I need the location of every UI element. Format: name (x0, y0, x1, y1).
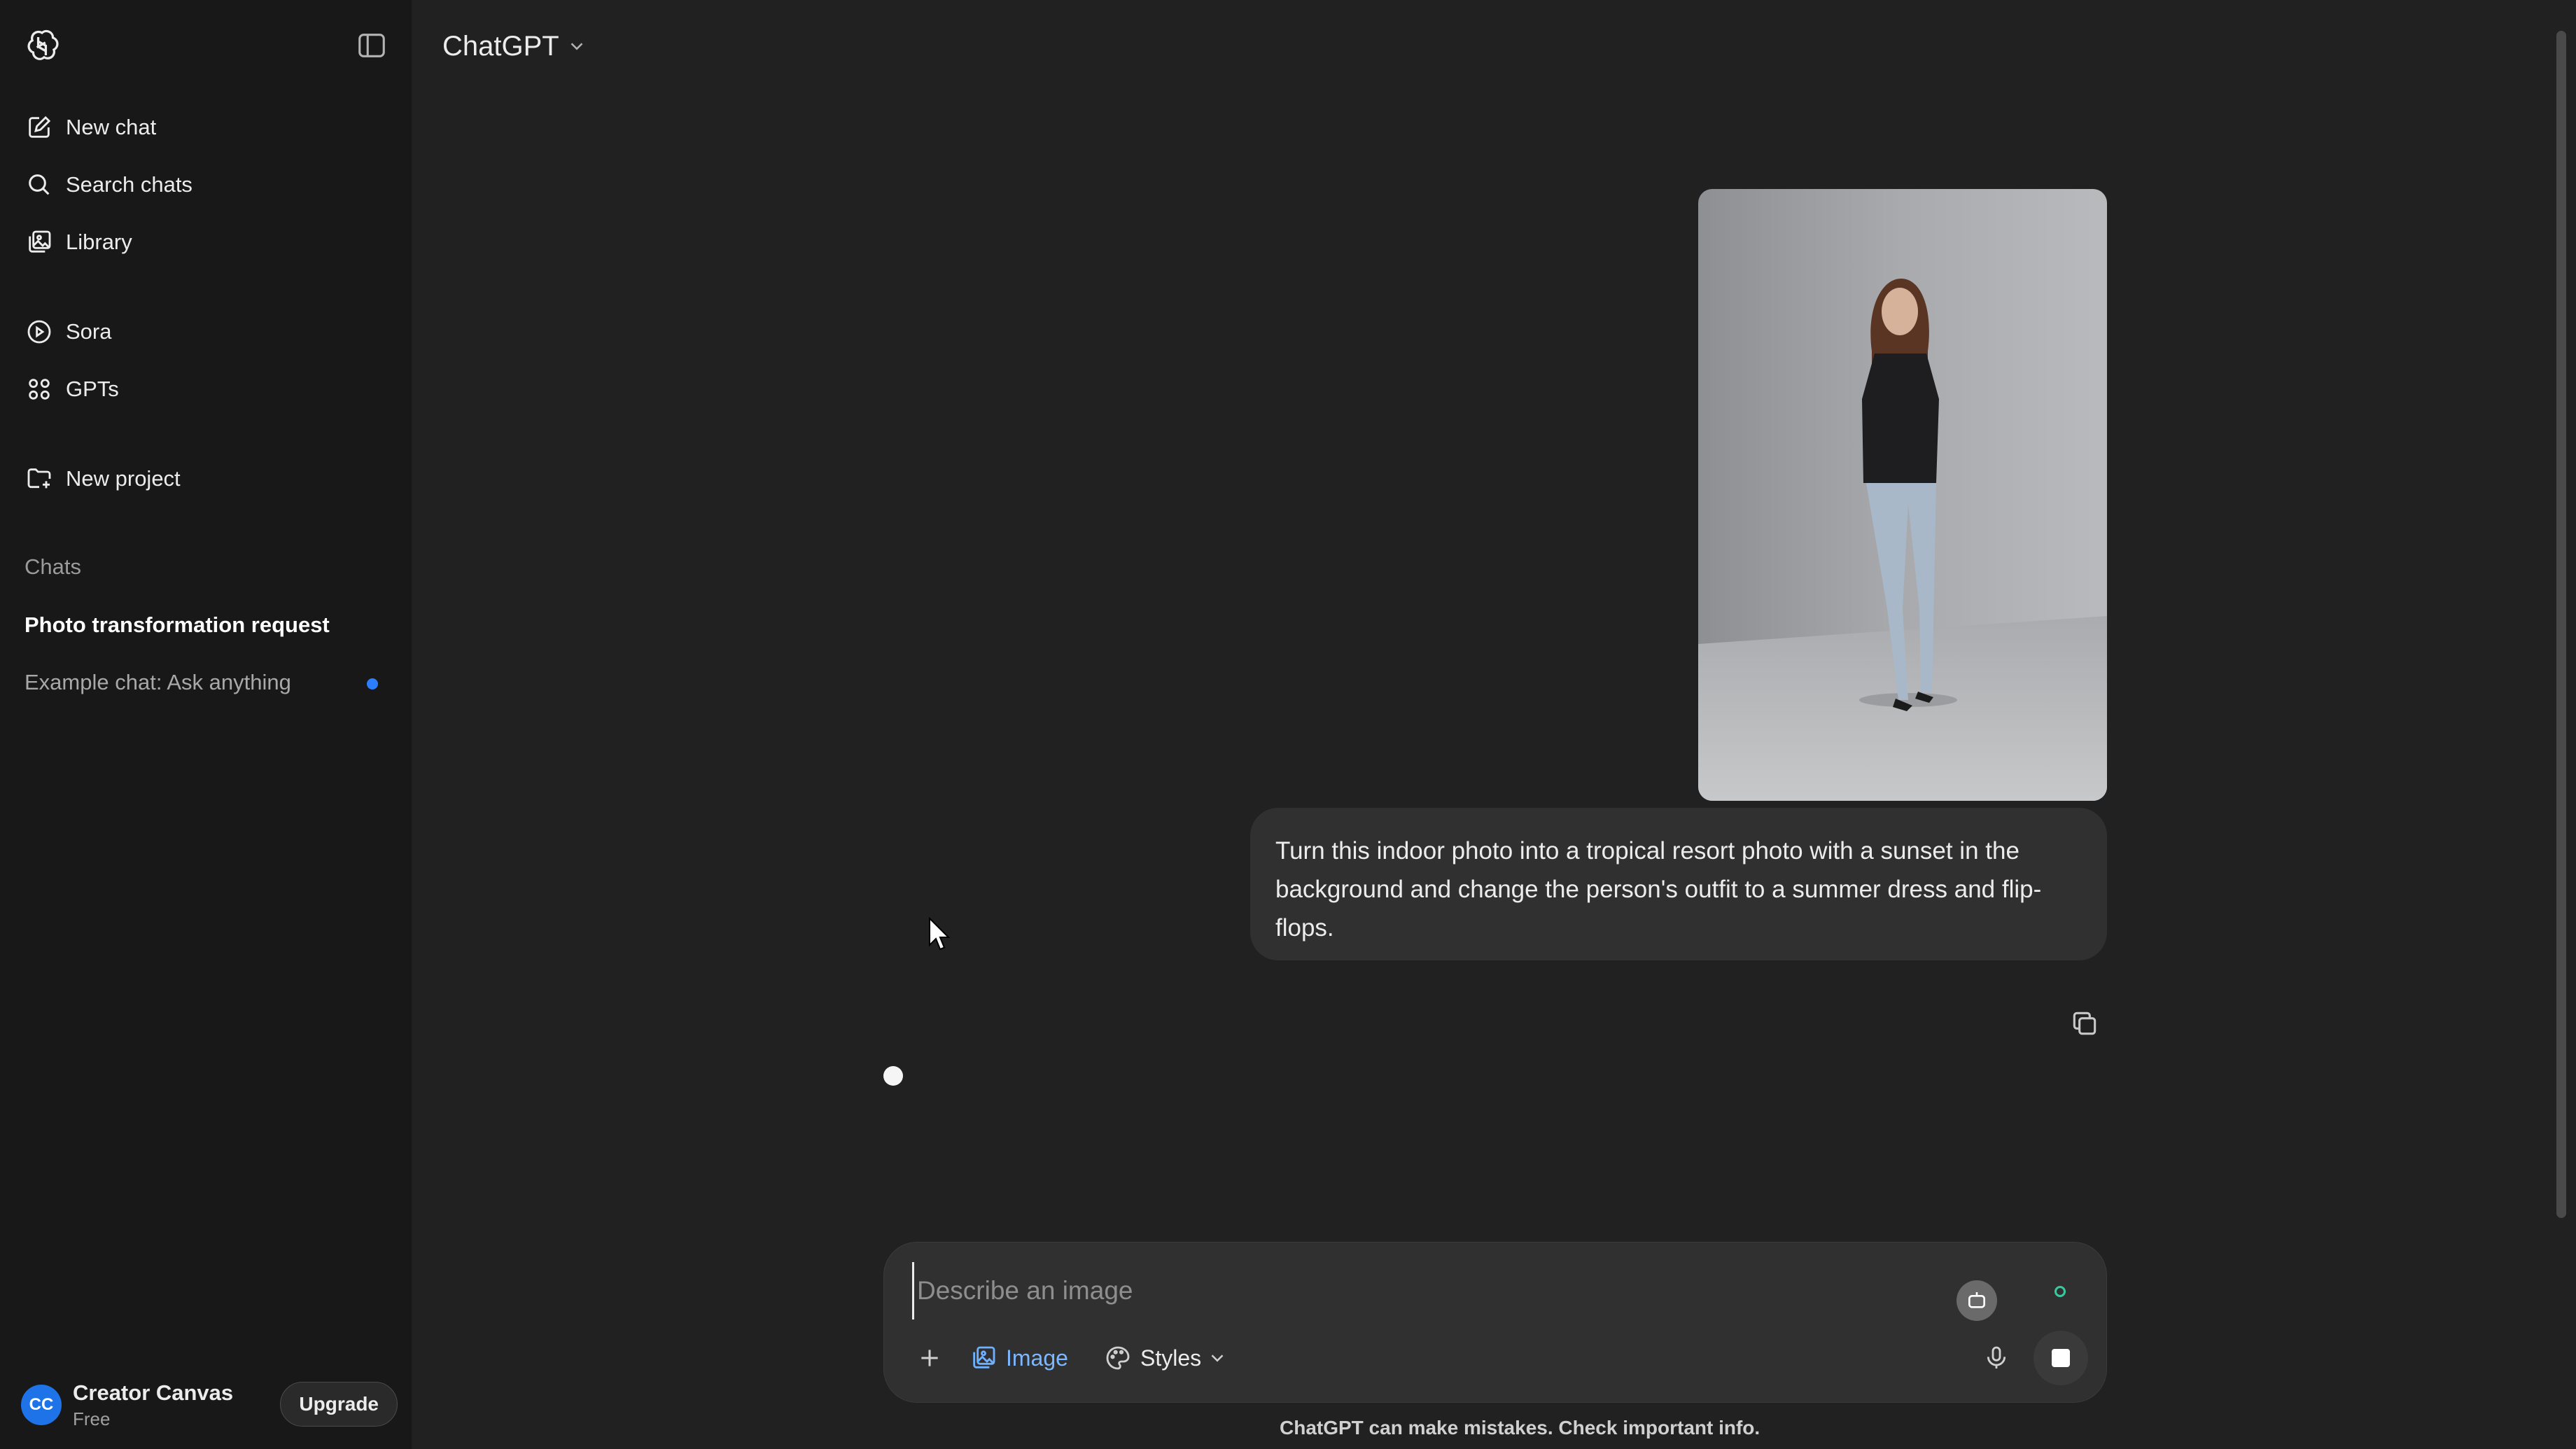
grid-icon (29, 379, 50, 400)
status-dot-icon (2054, 1286, 2066, 1297)
composer: Image Styles (883, 1242, 2107, 1403)
robot-icon (1968, 1292, 1985, 1308)
sora-button[interactable]: Sora (14, 307, 392, 357)
add-attachment-button[interactable] (912, 1340, 947, 1376)
new-project-button[interactable]: New project (14, 454, 392, 504)
chevron-down-icon (1211, 1354, 1224, 1362)
microphone-icon (1987, 1346, 2006, 1368)
chat-title: Example chat: Ask anything (24, 670, 291, 694)
styles-label: Styles (1140, 1345, 1202, 1371)
image-tool-label: Image (1006, 1345, 1068, 1371)
library-button[interactable]: Library (14, 217, 392, 267)
unread-indicator (367, 678, 378, 690)
folder-plus-icon (27, 468, 51, 489)
copy-icon (2073, 1011, 2096, 1035)
profile-name: Creator Canvas (73, 1380, 234, 1405)
chat-item-photo-transformation[interactable]: Photo transformation request (14, 600, 392, 650)
dictate-button[interactable] (1979, 1340, 2014, 1376)
chats-section-label: Chats (24, 554, 81, 579)
plus-icon (921, 1350, 938, 1366)
mouse-cursor-icon (929, 917, 951, 951)
profile-plan: Free (73, 1408, 111, 1429)
new-project-label: New project (66, 466, 181, 491)
user-profile[interactable]: CC Creator Canvas Free Upgrade (14, 1373, 398, 1436)
gpts-button[interactable]: GPTs (14, 364, 392, 414)
search-chats-button[interactable]: Search chats (14, 160, 392, 210)
scrollbar[interactable] (2551, 0, 2572, 1449)
new-chat-label: New chat (66, 115, 157, 139)
stop-generating-button[interactable] (2033, 1331, 2088, 1385)
model-label: ChatGPT (442, 30, 559, 62)
chevron-down-icon (570, 43, 583, 50)
search-chats-label: Search chats (66, 172, 192, 197)
library-icon (29, 230, 51, 253)
play-icon (27, 320, 51, 344)
styles-button[interactable]: Styles (1104, 1339, 1228, 1377)
openai-logo-icon[interactable] (24, 28, 60, 64)
chat-title: Photo transformation request (24, 612, 330, 637)
user-message-text: Turn this indoor photo into a tropical r… (1275, 837, 2042, 941)
palette-icon (1106, 1346, 1130, 1370)
response-loading-indicator (883, 1066, 903, 1086)
upgrade-button[interactable]: Upgrade (280, 1382, 398, 1427)
avatar: CC (21, 1385, 62, 1425)
edit-icon (29, 115, 51, 138)
image-icon (973, 1346, 995, 1368)
new-chat-button[interactable]: New chat (14, 102, 392, 153)
copy-message-button[interactable] (2065, 1004, 2104, 1043)
prompt-input[interactable] (912, 1262, 1828, 1320)
image-tool-button[interactable]: Image (969, 1339, 1068, 1377)
photo-illustration (1698, 189, 2107, 801)
chat-item-example-chat[interactable]: Example chat: Ask anything (14, 657, 392, 708)
user-message-bubble: Turn this indoor photo into a tropical r… (1250, 808, 2107, 960)
stop-icon (2052, 1349, 2070, 1367)
disclaimer-text: ChatGPT can make mistakes. Check importa… (1280, 1417, 1760, 1438)
model-selector[interactable]: ChatGPT (434, 24, 596, 69)
library-label: Library (66, 230, 132, 254)
toggle-sidebar-icon[interactable] (356, 29, 388, 62)
voice-mode-badge[interactable] (1956, 1280, 1997, 1321)
sora-label: Sora (66, 319, 112, 344)
gpts-label: GPTs (66, 377, 119, 401)
search-icon (29, 174, 50, 195)
uploaded-photo[interactable] (1698, 189, 2107, 801)
sidebar: New chat Search chats Library Sora GPTs … (0, 0, 412, 1449)
scrollbar-thumb[interactable] (2556, 31, 2566, 1218)
